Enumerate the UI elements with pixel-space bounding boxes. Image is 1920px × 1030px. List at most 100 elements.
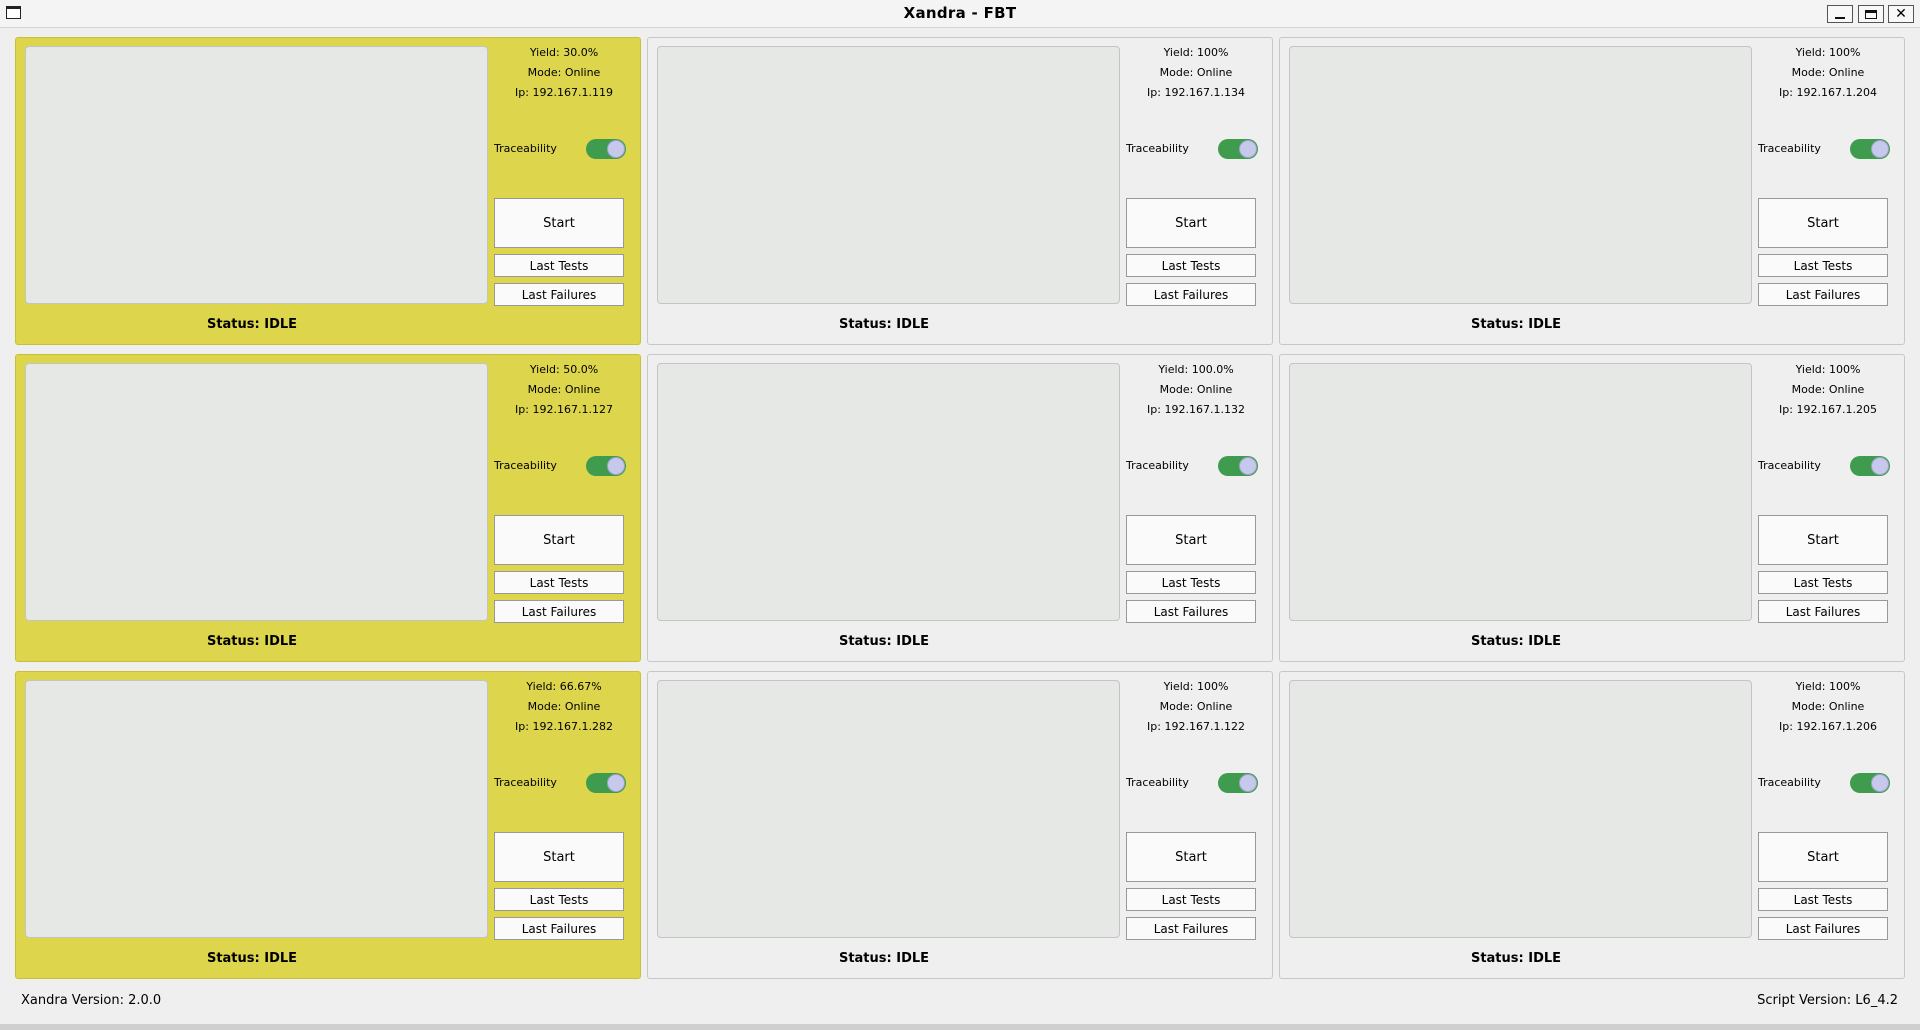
start-button[interactable]: Start: [1126, 515, 1256, 565]
mode-label: Mode: Online: [1791, 66, 1865, 79]
traceability-label: Traceability: [494, 776, 557, 789]
yield-label: Yield: 100%: [1163, 680, 1229, 693]
ip-label: Ip: 192.167.1.132: [1147, 403, 1245, 416]
mode-label: Mode: Online: [1791, 700, 1865, 713]
traceability-toggle[interactable]: [1850, 773, 1890, 793]
last-failures-button[interactable]: Last Failures: [494, 283, 624, 306]
traceability-label: Traceability: [494, 459, 557, 472]
start-button[interactable]: Start: [494, 515, 624, 565]
status-label: Status: IDLE: [1470, 951, 1562, 966]
ip-label: Ip: 192.167.1.119: [515, 86, 613, 99]
yield-label: Yield: 100%: [1795, 680, 1861, 693]
ip-label: Ip: 192.167.1.205: [1779, 403, 1877, 416]
traceability-toggle[interactable]: [586, 139, 626, 159]
station-panel: Yield: 100% Mode: Online Ip: 192.167.1.206…: [1279, 671, 1905, 979]
toggle-knob: [1871, 774, 1889, 792]
traceability-toggle[interactable]: [1850, 139, 1890, 159]
last-tests-button[interactable]: Last Tests: [1126, 888, 1256, 911]
yield-label: Yield: 30.0%: [529, 46, 599, 59]
toggle-knob: [1239, 774, 1257, 792]
traceability-label: Traceability: [494, 142, 557, 155]
ip-label: Ip: 192.167.1.134: [1147, 86, 1245, 99]
last-failures-button[interactable]: Last Failures: [1126, 283, 1256, 306]
traceability-toggle[interactable]: [1850, 456, 1890, 476]
last-tests-button[interactable]: Last Tests: [1758, 254, 1888, 277]
maximize-button[interactable]: [1858, 5, 1884, 23]
status-label: Status: IDLE: [206, 951, 298, 966]
yield-label: Yield: 100%: [1795, 46, 1861, 59]
mode-label: Mode: Online: [1159, 66, 1233, 79]
station-panel: Yield: 100% Mode: Online Ip: 192.167.1.205…: [1279, 354, 1905, 662]
last-tests-button[interactable]: Last Tests: [1126, 254, 1256, 277]
last-tests-button[interactable]: Last Tests: [494, 254, 624, 277]
status-label: Status: IDLE: [206, 634, 298, 649]
close-icon: ✕: [1895, 6, 1907, 22]
toggle-knob: [1239, 140, 1257, 158]
traceability-toggle[interactable]: [586, 456, 626, 476]
station-display: [657, 363, 1120, 621]
station-display: [25, 46, 488, 304]
mode-label: Mode: Online: [1159, 700, 1233, 713]
last-tests-button[interactable]: Last Tests: [1758, 888, 1888, 911]
mode-label: Mode: Online: [527, 66, 601, 79]
ip-label: Ip: 192.167.1.127: [515, 403, 613, 416]
window-title: Xandra - FBT: [903, 4, 1017, 22]
mode-label: Mode: Online: [527, 383, 601, 396]
last-tests-button[interactable]: Last Tests: [494, 571, 624, 594]
station-display: [657, 46, 1120, 304]
traceability-toggle[interactable]: [1218, 456, 1258, 476]
last-failures-button[interactable]: Last Failures: [1758, 917, 1888, 940]
toggle-knob: [607, 140, 625, 158]
minimize-icon: [1835, 17, 1845, 19]
mode-label: Mode: Online: [1159, 383, 1233, 396]
start-button[interactable]: Start: [1758, 832, 1888, 882]
traceability-toggle[interactable]: [1218, 773, 1258, 793]
station-panel: Yield: 66.67% Mode: Online Ip: 192.167.1.2…: [15, 671, 641, 979]
yield-label: Yield: 100%: [1163, 46, 1229, 59]
last-failures-button[interactable]: Last Failures: [1758, 600, 1888, 623]
station-display: [25, 680, 488, 938]
start-button[interactable]: Start: [1758, 198, 1888, 248]
status-label: Status: IDLE: [1470, 634, 1562, 649]
status-label: Status: IDLE: [838, 951, 930, 966]
status-label: Status: IDLE: [1470, 317, 1562, 332]
last-failures-button[interactable]: Last Failures: [494, 917, 624, 940]
start-button[interactable]: Start: [1758, 515, 1888, 565]
start-button[interactable]: Start: [1126, 832, 1256, 882]
traceability-toggle[interactable]: [1218, 139, 1258, 159]
last-failures-button[interactable]: Last Failures: [1758, 283, 1888, 306]
status-label: Status: IDLE: [206, 317, 298, 332]
ip-label: Ip: 192.167.1.122: [1147, 720, 1245, 733]
traceability-label: Traceability: [1126, 459, 1189, 472]
traceability-toggle[interactable]: [586, 773, 626, 793]
yield-label: Yield: 66.67%: [526, 680, 602, 693]
yield-label: Yield: 50.0%: [529, 363, 599, 376]
ip-label: Ip: 192.167.1.204: [1779, 86, 1877, 99]
toggle-knob: [607, 457, 625, 475]
close-button[interactable]: ✕: [1888, 5, 1914, 23]
ip-label: Ip: 192.167.1.206: [1779, 720, 1877, 733]
start-button[interactable]: Start: [494, 198, 624, 248]
station-display: [25, 363, 488, 621]
station-panel: Yield: 50.0% Mode: Online Ip: 192.167.1.12…: [15, 354, 641, 662]
station-panel: Yield: 100% Mode: Online Ip: 192.167.1.204…: [1279, 37, 1905, 345]
mode-label: Mode: Online: [1791, 383, 1865, 396]
last-failures-button[interactable]: Last Failures: [1126, 917, 1256, 940]
last-tests-button[interactable]: Last Tests: [494, 888, 624, 911]
last-failures-button[interactable]: Last Failures: [1126, 600, 1256, 623]
station-display: [657, 680, 1120, 938]
station-panel: Yield: 100% Mode: Online Ip: 192.167.1.134…: [647, 37, 1273, 345]
station-display: [1289, 363, 1752, 621]
start-button[interactable]: Start: [494, 832, 624, 882]
last-failures-button[interactable]: Last Failures: [494, 600, 624, 623]
station-panel: Yield: 100% Mode: Online Ip: 192.167.1.122…: [647, 671, 1273, 979]
station-panel: Yield: 100.0% Mode: Online Ip: 192.167.1.1…: [647, 354, 1273, 662]
toggle-knob: [607, 774, 625, 792]
yield-label: Yield: 100%: [1795, 363, 1861, 376]
title-bar: Xandra - FBT ✕: [0, 0, 1920, 28]
minimize-button[interactable]: [1827, 5, 1853, 23]
last-tests-button[interactable]: Last Tests: [1758, 571, 1888, 594]
last-tests-button[interactable]: Last Tests: [1126, 571, 1256, 594]
start-button[interactable]: Start: [1126, 198, 1256, 248]
mode-label: Mode: Online: [527, 700, 601, 713]
